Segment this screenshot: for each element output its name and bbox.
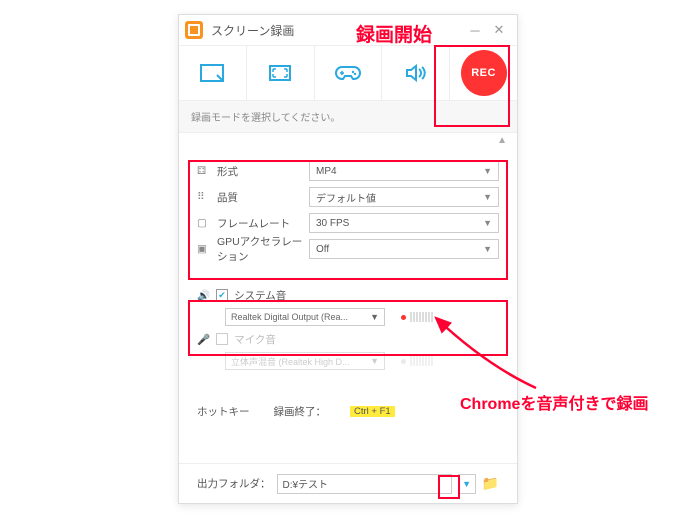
gpu-icon: ▣	[197, 243, 217, 255]
chevron-down-icon: ▼	[370, 356, 379, 366]
mode-game[interactable]	[315, 46, 383, 100]
mic-audio-label: マイク音	[234, 332, 276, 347]
chevron-down-icon: ▼	[483, 192, 492, 202]
row-fps: ▢ フレームレート 30 FPS▼	[197, 210, 499, 236]
format-label: 形式	[217, 164, 309, 179]
mic-audio-checkbox[interactable]	[216, 333, 228, 345]
fullscreen-icon	[267, 63, 293, 83]
mic-audio-row: 🎤 マイク音	[197, 328, 499, 350]
hotkey-end-key: Ctrl + F1	[350, 406, 395, 417]
fps-select[interactable]: 30 FPS▼	[309, 213, 499, 233]
output-row: 出力フォルダ： D:¥テスト ▼ 📁	[179, 463, 517, 503]
mic-audio-meter	[401, 356, 433, 366]
mic-icon: 🎤	[197, 333, 210, 346]
chevron-down-icon: ▼	[483, 218, 492, 228]
output-path-input[interactable]: D:¥テスト	[277, 474, 452, 494]
chevron-down-icon: ▼	[483, 166, 492, 176]
mic-device-select[interactable]: 立体声混音 (Realtek High D...▼	[225, 352, 385, 370]
chevron-down-icon: ▼	[370, 312, 379, 322]
record-button[interactable]: REC	[461, 50, 507, 96]
folder-icon[interactable]: 📁	[482, 475, 499, 492]
audio-section: 🔊 ✔ システム音 Realtek Digital Output (Rea...…	[189, 276, 507, 380]
system-audio-label: システム音	[234, 288, 286, 303]
system-audio-checkbox[interactable]: ✔	[216, 289, 228, 301]
mode-audio[interactable]	[382, 46, 450, 100]
mode-fullscreen[interactable]	[247, 46, 315, 100]
quality-select[interactable]: デフォルト値▼	[309, 187, 499, 207]
chevron-down-icon: ▼	[483, 244, 492, 254]
output-label: 出力フォルダ：	[197, 476, 271, 491]
speaker-icon	[404, 63, 428, 83]
row-format: ⚃ 形式 MP4▼	[197, 158, 499, 184]
format-select[interactable]: MP4▼	[309, 161, 499, 181]
system-audio-row: 🔊 ✔ システム音	[197, 284, 499, 306]
record-tool: REC	[450, 46, 517, 100]
window-title: スクリーン録画	[211, 22, 294, 39]
settings-section: ⚃ 形式 MP4▼ ⠿ 品質 デフォルト値▼ ▢ フレームレート 30 FPS▼…	[189, 152, 507, 268]
hotkey-row: ホットキー 録画終了： Ctrl + F1	[179, 396, 517, 426]
row-quality: ⠿ 品質 デフォルト値▼	[197, 184, 499, 210]
fps-label: フレームレート	[217, 216, 309, 231]
speaker-small-icon: 🔊	[197, 289, 210, 302]
hotkey-end-label: 録画終了：	[274, 404, 327, 419]
close-button[interactable]: ✕	[487, 20, 511, 40]
format-icon: ⚃	[197, 165, 217, 177]
titlebar: スクリーン録画 ─ ✕	[179, 15, 517, 45]
hotkey-label: ホットキー	[197, 404, 250, 419]
collapse-toggle[interactable]: ▲	[179, 133, 517, 148]
region-icon	[199, 63, 225, 83]
output-dropdown-button[interactable]: ▼	[458, 474, 476, 494]
gpu-select[interactable]: Off▼	[309, 239, 499, 259]
mode-toolbar: REC	[179, 45, 517, 101]
fps-icon: ▢	[197, 217, 217, 229]
system-device-row: Realtek Digital Output (Rea...▼	[197, 306, 499, 328]
mode-region[interactable]	[179, 46, 247, 100]
mic-device-row: 立体声混音 (Realtek High D...▼	[197, 350, 499, 372]
mode-hint: 録画モードを選択してください。	[179, 101, 517, 133]
system-device-select[interactable]: Realtek Digital Output (Rea...▼	[225, 308, 385, 326]
minimize-button[interactable]: ─	[463, 20, 487, 40]
gamepad-icon	[334, 63, 362, 83]
app-window: スクリーン録画 ─ ✕ REC 録画モードを選択してください。 ▲ ⚃ 形式 M…	[178, 14, 518, 504]
gpu-label: GPUアクセラレーション	[217, 234, 309, 264]
quality-icon: ⠿	[197, 191, 217, 203]
quality-label: 品質	[217, 190, 309, 205]
system-audio-meter	[401, 312, 433, 322]
row-gpu: ▣ GPUアクセラレーション Off▼	[197, 236, 499, 262]
app-icon	[185, 21, 203, 39]
